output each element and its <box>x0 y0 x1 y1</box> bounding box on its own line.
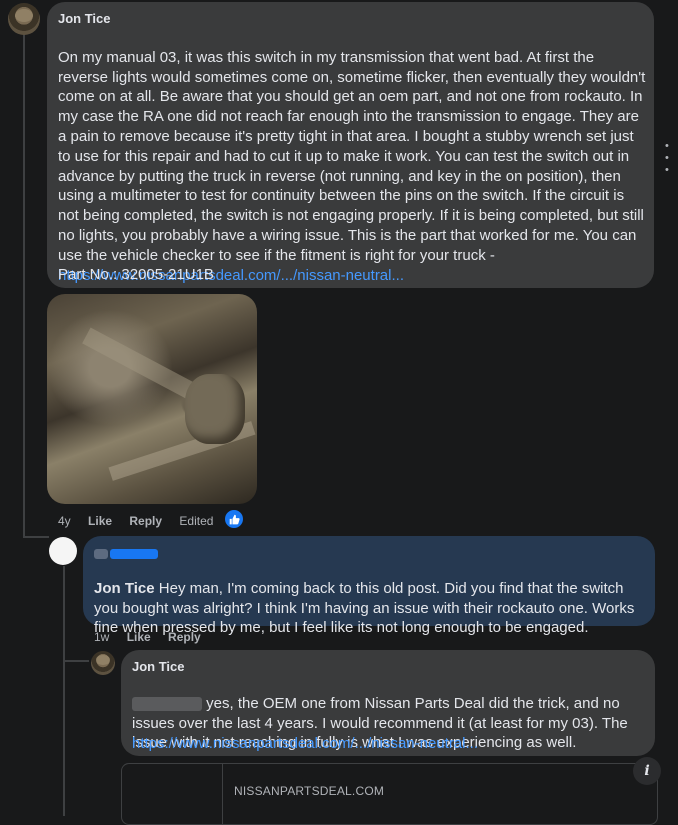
avatar[interactable] <box>8 3 40 35</box>
thumbs-up-icon <box>229 514 240 524</box>
comment-author[interactable]: Jon Tice <box>58 11 111 26</box>
comment-body: On my manual 03, it was this switch in m… <box>58 48 646 264</box>
info-icon[interactable]: i <box>633 757 661 785</box>
more-options-icon[interactable]: • • • <box>665 140 678 176</box>
avatar[interactable] <box>91 651 115 675</box>
mention-link[interactable]: Jon Tice <box>94 580 155 597</box>
thread-line-reply-elbow <box>63 660 89 662</box>
comment-photo[interactable] <box>47 294 257 504</box>
comment-bubble-highlighted: Jon Tice Hey man, I'm coming back to thi… <box>83 536 655 636</box>
comment-meta: 4y Like Reply Edited <box>58 514 227 528</box>
thread-line-main <box>23 34 25 538</box>
comment-bubble: Jon Tice yes, the OEM one from Nissan Pa… <box>121 650 655 756</box>
comment-link[interactable]: https://www.nissanpartsdeal.com/.../niss… <box>132 734 478 754</box>
like-button[interactable]: Like <box>88 514 112 528</box>
link-preview-card[interactable]: NISSANPARTSDEAL.COM <box>121 763 658 825</box>
thread-line-reply <box>63 566 65 816</box>
comment-author[interactable]: Jon Tice <box>132 659 185 674</box>
like-button[interactable]: Like <box>127 630 151 644</box>
comment-age[interactable]: 4y <box>58 514 71 528</box>
redacted-mention <box>132 696 202 711</box>
comment-age[interactable]: 1w <box>94 630 109 644</box>
reaction-badge[interactable] <box>223 508 245 530</box>
link-preview-domain: NISSANPARTSDEAL.COM <box>234 784 385 798</box>
reply-button[interactable]: Reply <box>129 514 162 528</box>
avatar[interactable] <box>49 537 77 565</box>
comment-text: Jon Tice Hey man, I'm coming back to thi… <box>94 559 649 638</box>
edited-label: Edited <box>179 514 214 528</box>
thread-line-elbow <box>23 536 49 538</box>
comment-text: On my manual 03, it was this switch in m… <box>58 28 648 285</box>
comment-body: Hey man, I'm coming back to this old pos… <box>94 579 635 637</box>
part-number: Part No.: 32005-21U1B <box>58 266 214 283</box>
comment-bubble: Jon Tice On my manual 03, it was this sw… <box>47 2 654 288</box>
comment-meta: 1w Like Reply <box>94 630 215 644</box>
reply-button[interactable]: Reply <box>168 630 201 644</box>
